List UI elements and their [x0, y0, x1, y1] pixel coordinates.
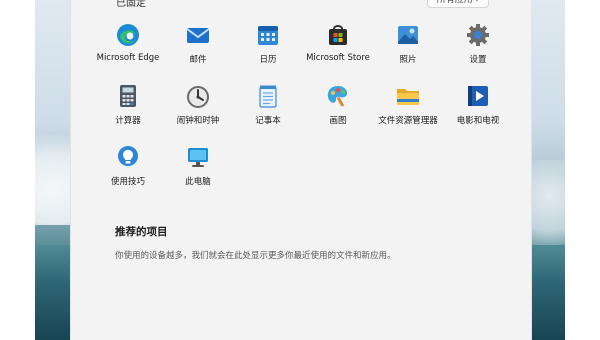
store-icon: [325, 22, 351, 48]
tips-icon: [115, 144, 141, 170]
app-label: 使用技巧: [110, 177, 145, 187]
recommended-description: 你使用的设备越多，我们就会在此处显示更多你最近使用的文件和新应用。: [115, 251, 396, 261]
movies-tv-icon: [465, 83, 491, 109]
app-movies-tv[interactable]: 电影和电视: [443, 81, 513, 142]
app-microsoft-store[interactable]: Microsoft Store: [303, 20, 373, 81]
app-label: 计算器: [115, 116, 141, 126]
photos-icon: [395, 22, 421, 48]
settings-icon: [465, 22, 491, 48]
app-tips[interactable]: 使用技巧: [93, 142, 163, 203]
calculator-icon: [115, 83, 141, 109]
app-calculator[interactable]: 计算器: [93, 81, 163, 142]
this-pc-icon: [185, 144, 211, 170]
pinned-apps-grid: Microsoft Edge 邮件 日历 Microsoft Store 照片 …: [93, 20, 513, 203]
app-microsoft-edge[interactable]: Microsoft Edge: [93, 20, 163, 81]
app-label: 闹钟和时钟: [176, 116, 220, 126]
file-explorer-icon: [395, 83, 421, 109]
start-menu: 已固定 所有应用 › Microsoft Edge 邮件 日历 Microsof…: [70, 0, 532, 340]
recommended-title: 推荐的项目: [115, 226, 168, 238]
app-label: 照片: [399, 55, 417, 65]
app-label: 电影和电视: [456, 116, 500, 126]
app-paint[interactable]: 画图: [303, 81, 373, 142]
all-apps-button[interactable]: 所有应用 ›: [427, 0, 489, 8]
notepad-icon: [255, 83, 281, 109]
clock-icon: [185, 83, 211, 109]
app-label: Microsoft Edge: [96, 53, 160, 63]
mail-icon: [185, 22, 211, 48]
app-photos[interactable]: 照片: [373, 20, 443, 81]
app-label: Microsoft Store: [306, 53, 370, 63]
app-mail[interactable]: 邮件: [163, 20, 233, 81]
calendar-icon: [255, 22, 281, 48]
pinned-section-title: 已固定: [116, 0, 146, 9]
edge-icon: [115, 22, 141, 48]
app-label: 日历: [259, 55, 277, 65]
app-label: 文件资源管理器: [378, 116, 438, 126]
app-settings[interactable]: 设置: [443, 20, 513, 81]
app-label: 记事本: [255, 116, 281, 126]
app-label: 设置: [469, 55, 487, 65]
app-label: 此电脑: [185, 177, 211, 187]
app-label: 邮件: [189, 55, 207, 65]
app-file-explorer[interactable]: 文件资源管理器: [373, 81, 443, 142]
app-this-pc[interactable]: 此电脑: [163, 142, 233, 203]
paint-icon: [325, 83, 351, 109]
app-notepad[interactable]: 记事本: [233, 81, 303, 142]
app-label: 画图: [329, 116, 347, 126]
app-alarms-clock[interactable]: 闹钟和时钟: [163, 81, 233, 142]
app-calendar[interactable]: 日历: [233, 20, 303, 81]
